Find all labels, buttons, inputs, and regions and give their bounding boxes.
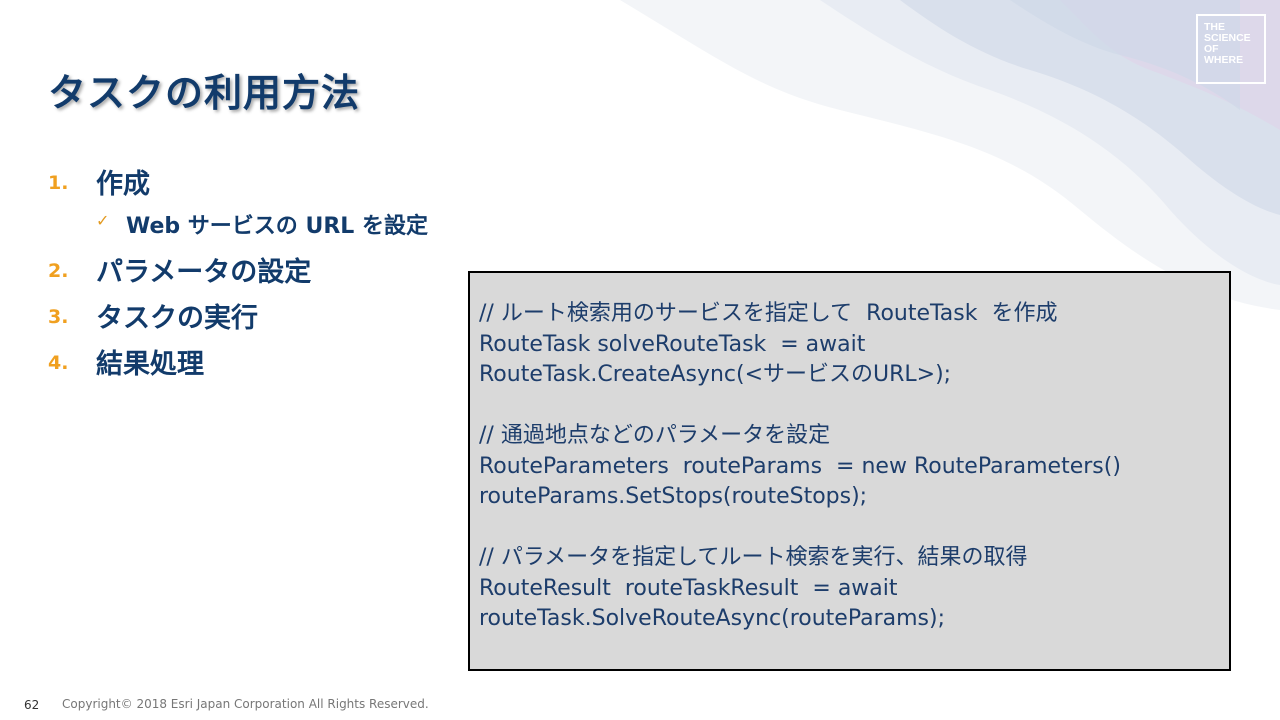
slide-title: タスクの利用方法	[48, 71, 361, 115]
step-sub-label: Web サービスの URL を設定	[126, 214, 428, 239]
code-comment-line: // パラメータを指定してルート検索を実行、結果の取得	[479, 545, 1028, 570]
step-label: 結果処理	[96, 349, 204, 380]
logo-line: WHERE	[1204, 54, 1244, 66]
code-line: RouteResult routeTaskResult = await	[479, 575, 898, 601]
code-comment-line: // ルート検索用のサービスを指定して RouteTask を作成	[479, 301, 1058, 326]
step-label: 作成	[96, 169, 150, 200]
code-comment-line: // 通過地点などのパラメータを設定	[479, 423, 831, 448]
page-number: 62	[24, 698, 40, 712]
step-number: 3.	[48, 306, 69, 328]
step-label: パラメータの設定	[96, 257, 312, 288]
code-line: RouteTask.CreateAsync(<サービスのURL>);	[479, 362, 952, 387]
the-science-of-where-logo: THE SCIENCE OF WHERE	[1196, 14, 1266, 84]
step-number: 1.	[48, 172, 69, 194]
code-sample-box: // ルート検索用のサービスを指定して RouteTask を作成 RouteT…	[468, 271, 1231, 671]
code-line: routeTask.SolveRouteAsync(routeParams);	[479, 606, 946, 631]
step-number: 4.	[48, 352, 69, 374]
code-line: RouteTask solveRouteTask = await	[479, 331, 866, 357]
code-line: routeParams.SetStops(routeStops);	[479, 484, 868, 509]
step-label: タスクの実行	[96, 303, 258, 334]
checkmark-icon: ✓	[96, 211, 110, 230]
code-line: RouteParameters routeParams = new RouteP…	[479, 453, 1121, 479]
copyright-text: Copyright© 2018 Esri Japan Corporation A…	[62, 697, 429, 711]
step-number: 2.	[48, 260, 69, 282]
